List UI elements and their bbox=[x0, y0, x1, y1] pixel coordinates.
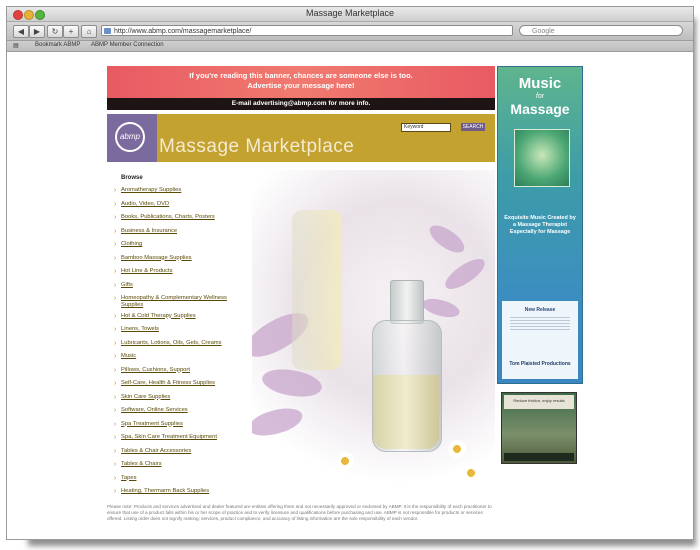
window-title: Massage Marketplace bbox=[305, 8, 395, 18]
title-bar: Massage Marketplace bbox=[7, 7, 693, 22]
search-placeholder: Google bbox=[532, 28, 555, 35]
category-link[interactable]: Tables & Chairs bbox=[112, 461, 240, 468]
category-link[interactable]: Clothing bbox=[112, 241, 240, 248]
address-bar[interactable]: http://www.abmp.com/massagemarketplace/ bbox=[101, 25, 513, 36]
side-ad-footer bbox=[504, 453, 574, 461]
browser-toolbar: ◀ ▶ ↻ + ⌂ http://www.abmp.com/massagemar… bbox=[7, 22, 693, 41]
flower-petal bbox=[440, 254, 490, 294]
banner-bottom: E-mail advertising@abmp.com for more inf… bbox=[107, 98, 495, 110]
category-link[interactable]: Bamboo Massage Supplies bbox=[112, 255, 240, 262]
abmp-logo[interactable]: abmp bbox=[107, 114, 157, 162]
category-link[interactable]: Tapes bbox=[112, 475, 240, 482]
side-ad-image[interactable]: Reduce friction, enjoy results bbox=[501, 392, 577, 464]
banner-top: If you're reading this banner, chances a… bbox=[107, 66, 495, 98]
oil-bottle bbox=[372, 280, 442, 452]
category-link[interactable]: Pillows, Cushions, Support bbox=[112, 367, 240, 374]
category-link[interactable]: Software, Online Services bbox=[112, 407, 240, 414]
banner-line-2: Advertise your message here! bbox=[247, 81, 355, 90]
ad-title-massage: Massage bbox=[510, 101, 570, 117]
ad-info-lines bbox=[510, 317, 570, 331]
banner-line-1: If you're reading this banner, chances a… bbox=[189, 71, 413, 80]
side-ad-text: Reduce friction, enjoy results bbox=[513, 398, 565, 403]
category-link[interactable]: Spa, Skin Care Treatment Equipment bbox=[112, 434, 240, 441]
home-icon[interactable]: ⌂ bbox=[81, 25, 97, 38]
page-title: Massage Marketplace bbox=[159, 136, 355, 157]
daisy-flower bbox=[336, 452, 354, 470]
bookmarks-book-icon[interactable]: ▤ bbox=[13, 42, 19, 49]
category-link[interactable]: Lubricants, Lotions, Oils, Gels, Creams bbox=[112, 340, 240, 347]
bookmark-item[interactable]: Bookmark ABMP bbox=[35, 42, 80, 48]
disclaimer-text: Please note: Products and services adver… bbox=[107, 504, 492, 521]
bookmarks-bar: ▤ Bookmark ABMP ABMP Member Connection bbox=[7, 41, 693, 52]
category-link[interactable]: Linens, Towels bbox=[112, 326, 240, 333]
add-bookmark-icon[interactable]: + bbox=[63, 25, 79, 38]
cd-cover-image bbox=[514, 129, 570, 187]
music-for-massage-ad[interactable]: Music for Massage Exquisite Music Create… bbox=[497, 66, 583, 384]
category-link[interactable]: Audio, Video, DVD bbox=[112, 201, 240, 208]
site-favicon-icon bbox=[104, 28, 111, 34]
category-link[interactable]: Aromatherapy Supplies bbox=[112, 187, 240, 194]
category-link[interactable]: Hot Line & Products bbox=[112, 268, 240, 275]
browser-search-field[interactable]: Google bbox=[519, 25, 683, 36]
bottle-oil bbox=[373, 375, 439, 449]
banner-line-3: E-mail advertising@abmp.com for more inf… bbox=[231, 100, 371, 107]
ad-info-panel: New Release Tom Plaisted Productions bbox=[502, 301, 578, 379]
category-link[interactable]: Business & Insurance bbox=[112, 228, 240, 235]
category-link[interactable]: Music bbox=[112, 353, 240, 360]
logo-mark: abmp bbox=[115, 122, 145, 152]
keyword-search-input[interactable]: Keyword bbox=[401, 123, 451, 132]
flower-petal bbox=[425, 219, 469, 259]
category-link[interactable]: Tables & Chair Accessories bbox=[112, 448, 240, 455]
reload-icon[interactable]: ↻ bbox=[47, 25, 63, 38]
ad-title-music: Music bbox=[518, 75, 562, 92]
category-link[interactable]: Skin Care Supplies bbox=[112, 394, 240, 401]
category-link[interactable]: Books, Publications, Charts, Posters bbox=[112, 214, 240, 221]
site-header: abmp Massage Marketplace Keyword SEARCH bbox=[107, 114, 495, 162]
bookmark-item[interactable]: ABMP Member Connection bbox=[91, 42, 164, 48]
address-text: http://www.abmp.com/massagemarketplace/ bbox=[114, 28, 252, 35]
page-content: If you're reading this banner, chances a… bbox=[7, 52, 693, 539]
daisy-flower bbox=[448, 440, 466, 458]
category-link[interactable]: Hot & Cold Therapy Supplies bbox=[112, 313, 240, 320]
ad-info-title: New Release bbox=[524, 307, 556, 313]
forward-arrow-icon[interactable]: ▶ bbox=[29, 25, 45, 38]
category-list: Aromatherapy Supplies Audio, Video, DVD Bo… bbox=[112, 187, 240, 502]
search-button[interactable]: SEARCH bbox=[461, 123, 485, 131]
side-ad-header: Reduce friction, enjoy results bbox=[504, 395, 574, 409]
category-link[interactable]: Gifts bbox=[112, 282, 240, 289]
ad-info-footer: Tom Plaisted Productions bbox=[509, 361, 571, 367]
ad-title-for: for bbox=[535, 93, 545, 100]
category-link[interactable]: Self-Care, Health & Fitness Supplies bbox=[112, 380, 240, 387]
hero-oil-bottle-image bbox=[252, 170, 495, 496]
advertise-banner[interactable]: If you're reading this banner, chances a… bbox=[107, 66, 495, 110]
disclaimer-footer: Please note: Products and services adver… bbox=[107, 504, 495, 538]
category-link[interactable]: Spa Treatment Supplies bbox=[112, 421, 240, 428]
category-link[interactable]: Heating, Thermarm Back Supplies bbox=[112, 488, 240, 495]
bottle-neck bbox=[390, 280, 424, 324]
background-bottle bbox=[292, 210, 342, 370]
daisy-flower bbox=[462, 464, 480, 482]
category-link[interactable]: Homeopathy & Complementary Wellness Supp… bbox=[112, 295, 240, 309]
browse-heading: Browse bbox=[121, 175, 143, 181]
browser-window: Massage Marketplace ◀ ▶ ↻ + ⌂ http://www… bbox=[6, 6, 694, 540]
back-arrow-icon[interactable]: ◀ bbox=[13, 25, 29, 38]
ad-body-text: Exquisite Music Created by a Massage The… bbox=[504, 215, 576, 235]
flower-petal bbox=[252, 405, 305, 439]
